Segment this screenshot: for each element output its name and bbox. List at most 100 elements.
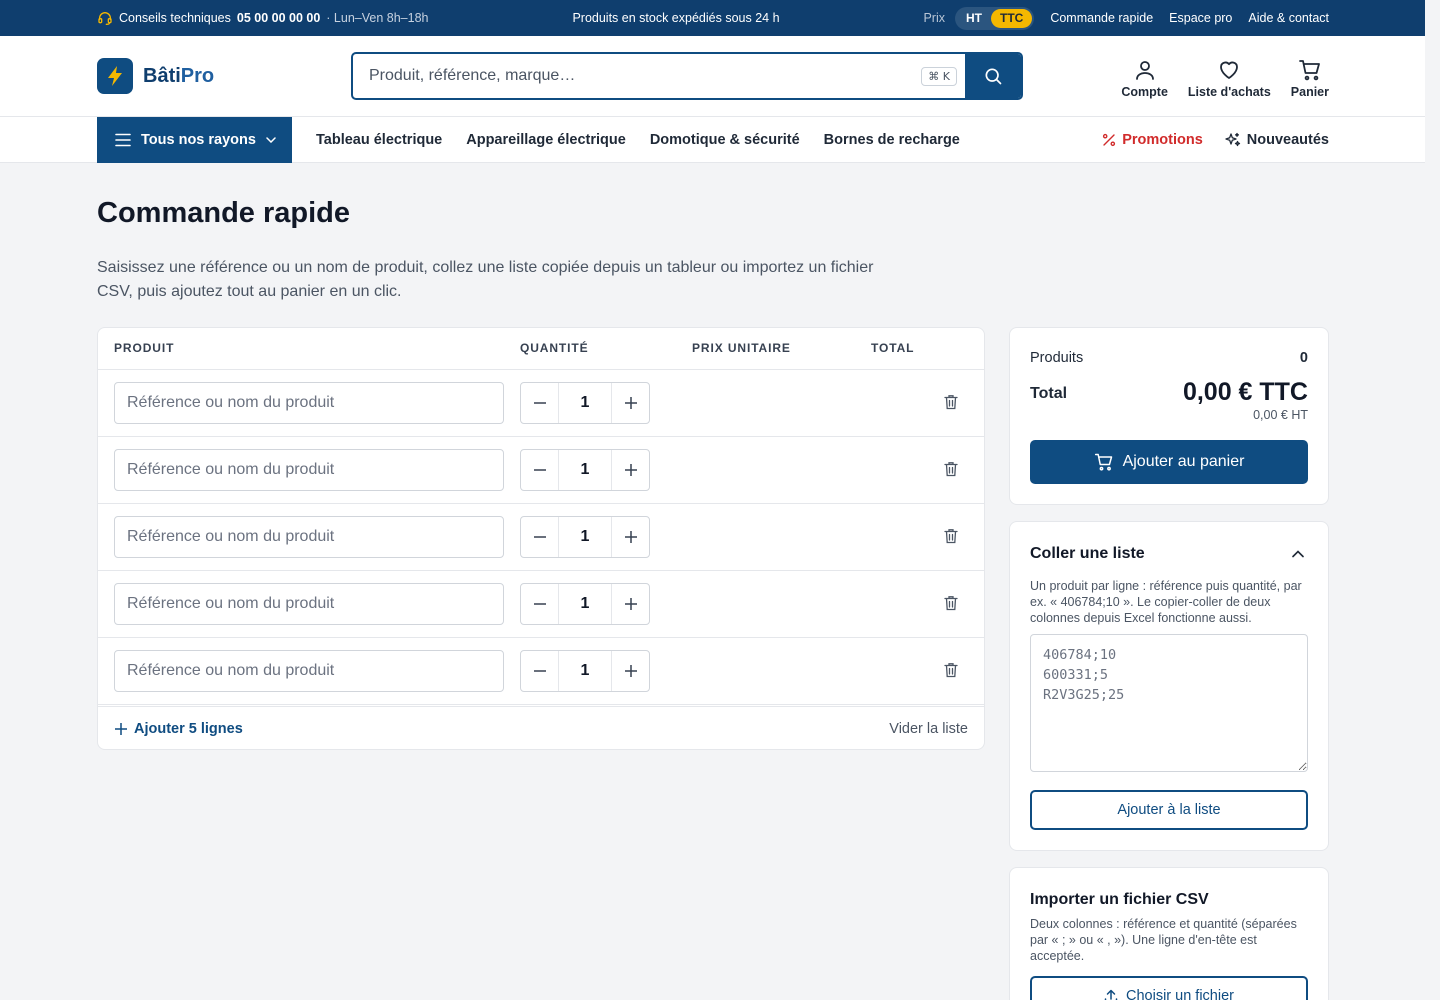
- trash-icon[interactable]: [944, 461, 958, 477]
- csv-import-help: Deux colonnes : référence et quantité (s…: [1030, 917, 1297, 963]
- product-input[interactable]: [114, 583, 504, 625]
- product-input[interactable]: [114, 449, 504, 491]
- lightning-icon: [97, 58, 133, 94]
- add-to-list-button[interactable]: Ajouter à la liste: [1030, 790, 1308, 830]
- plus-icon: [624, 397, 637, 409]
- topbar-link-help[interactable]: Aide & contact: [1248, 11, 1329, 25]
- cart-icon: [1298, 58, 1322, 82]
- increase-quantity-button[interactable]: [612, 651, 649, 691]
- total-label: Total: [1030, 385, 1068, 402]
- product-input[interactable]: [114, 382, 504, 424]
- order-summary: Produits 0 Total 0,00 € TTC 0,00 € HT Aj…: [1009, 327, 1329, 505]
- page-title: Commande rapide: [97, 197, 350, 229]
- products-label: Produits: [1030, 350, 1084, 366]
- plus-icon: [624, 531, 637, 543]
- decrease-quantity-button[interactable]: [521, 584, 558, 624]
- clear-list-button[interactable]: Vider la liste: [889, 721, 968, 737]
- price-mode-label: Prix: [923, 11, 945, 25]
- trash-icon[interactable]: [944, 662, 958, 678]
- minus-icon: [533, 670, 546, 672]
- product-input[interactable]: [114, 650, 504, 692]
- increase-quantity-button[interactable]: [612, 383, 649, 423]
- price-mode-ttc[interactable]: TTC: [990, 8, 1033, 28]
- nav-link-electrical-panel[interactable]: Tableau électrique: [316, 132, 442, 148]
- table-row: 1: [98, 437, 984, 504]
- heart-icon: [1217, 58, 1241, 82]
- table-row: 1: [98, 571, 984, 638]
- increase-quantity-button[interactable]: [612, 450, 649, 490]
- paste-list-help: Un produit par ligne : référence puis qu…: [1030, 579, 1302, 625]
- quantity-value[interactable]: 1: [558, 517, 612, 557]
- decrease-quantity-button[interactable]: [521, 450, 558, 490]
- page-intro: Saisissez une référence ou un nom de pro…: [97, 259, 874, 300]
- product-input[interactable]: [114, 516, 504, 558]
- upload-icon: [1104, 989, 1118, 1000]
- quantity-stepper: 1: [520, 382, 650, 424]
- minus-icon: [533, 469, 546, 471]
- nav-link-new[interactable]: Nouveautés: [1225, 132, 1329, 148]
- decrease-quantity-button[interactable]: [521, 383, 558, 423]
- trash-icon[interactable]: [944, 394, 958, 410]
- brand-logo[interactable]: BâtiPro: [97, 58, 214, 94]
- column-header-unit-price: PRIX UNITAIRE: [692, 341, 791, 355]
- menu-icon: [115, 133, 131, 147]
- search-button[interactable]: [965, 54, 1021, 98]
- increase-quantity-button[interactable]: [612, 584, 649, 624]
- nav-link-wiring-devices[interactable]: Appareillage électrique: [466, 132, 626, 148]
- decrease-quantity-button[interactable]: [521, 517, 558, 557]
- nav-link-home-automation[interactable]: Domotique & sécurité: [650, 132, 800, 148]
- percent-icon: [1102, 133, 1116, 147]
- account-button[interactable]: Compte: [1121, 58, 1168, 99]
- cart-icon: [1094, 452, 1114, 472]
- column-header-product: PRODUIT: [114, 341, 175, 355]
- total-ttc: 0,00 € TTC: [1182, 378, 1308, 406]
- all-departments-button[interactable]: Tous nos rayons: [97, 117, 292, 163]
- quantity-value[interactable]: 1: [558, 651, 612, 691]
- sparkle-icon: [1225, 132, 1241, 148]
- nav-link-promotions[interactable]: Promotions: [1102, 132, 1203, 148]
- products-count: 0: [1299, 350, 1308, 366]
- plus-icon: [115, 723, 127, 735]
- quantity-value[interactable]: 1: [558, 383, 612, 423]
- search-input[interactable]: [353, 54, 922, 98]
- wishlist-button[interactable]: Liste d'achats: [1188, 58, 1271, 99]
- paste-list-panel: Coller une liste Un produit par ligne : …: [1009, 521, 1329, 851]
- brand-name: BâtiPro: [143, 64, 215, 87]
- total-row: Total 0,00 € TTC: [1030, 378, 1308, 407]
- plus-icon: [624, 665, 637, 677]
- quantity-value[interactable]: 1: [558, 584, 612, 624]
- quantity-stepper: 1: [520, 516, 650, 558]
- quantity-value[interactable]: 1: [558, 450, 612, 490]
- decrease-quantity-button[interactable]: [521, 651, 558, 691]
- top-bar: Conseils techniques 05 00 00 00 00 · Lun…: [0, 0, 1425, 36]
- minus-icon: [533, 402, 546, 404]
- topbar-link-quick-order[interactable]: Commande rapide: [1050, 11, 1153, 25]
- trash-icon[interactable]: [944, 595, 958, 611]
- csv-import-panel: Importer un fichier CSV Deux colonnes : …: [1009, 867, 1329, 1000]
- trash-icon[interactable]: [944, 528, 958, 544]
- quantity-stepper: 1: [520, 583, 650, 625]
- plus-icon: [624, 598, 637, 610]
- choose-file-button[interactable]: Choisir un fichier: [1030, 976, 1308, 1000]
- table-row: 1: [98, 504, 984, 571]
- search-shortcut-hint: ⌘ K: [921, 66, 957, 86]
- topbar-link-pro-space[interactable]: Espace pro: [1169, 11, 1232, 25]
- table-row: 1: [98, 638, 984, 705]
- cart-button[interactable]: Panier: [1291, 58, 1329, 99]
- chevron-down-icon: [266, 137, 276, 143]
- add-lines-button[interactable]: Ajouter 5 lignes: [115, 721, 243, 737]
- plus-icon: [624, 464, 637, 476]
- nav-link-charging-stations[interactable]: Bornes de recharge: [824, 132, 960, 148]
- paste-list-textarea[interactable]: [1030, 634, 1308, 772]
- table-header: PRODUIT QUANTITÉ PRIX UNITAIRE TOTAL: [98, 328, 984, 370]
- increase-quantity-button[interactable]: [612, 517, 649, 557]
- quick-order-table: PRODUIT QUANTITÉ PRIX UNITAIRE TOTAL 1 1…: [97, 327, 985, 750]
- paste-list-title: Coller une liste: [1030, 545, 1145, 562]
- price-mode-ht[interactable]: HT: [957, 9, 991, 28]
- price-mode-toggle[interactable]: HT TTC: [954, 6, 1035, 30]
- add-to-cart-button[interactable]: Ajouter au panier: [1030, 440, 1308, 484]
- user-icon: [1133, 58, 1157, 82]
- chevron-up-icon[interactable]: [1292, 550, 1304, 558]
- products-count-row: Produits 0: [1030, 350, 1308, 366]
- quantity-stepper: 1: [520, 449, 650, 491]
